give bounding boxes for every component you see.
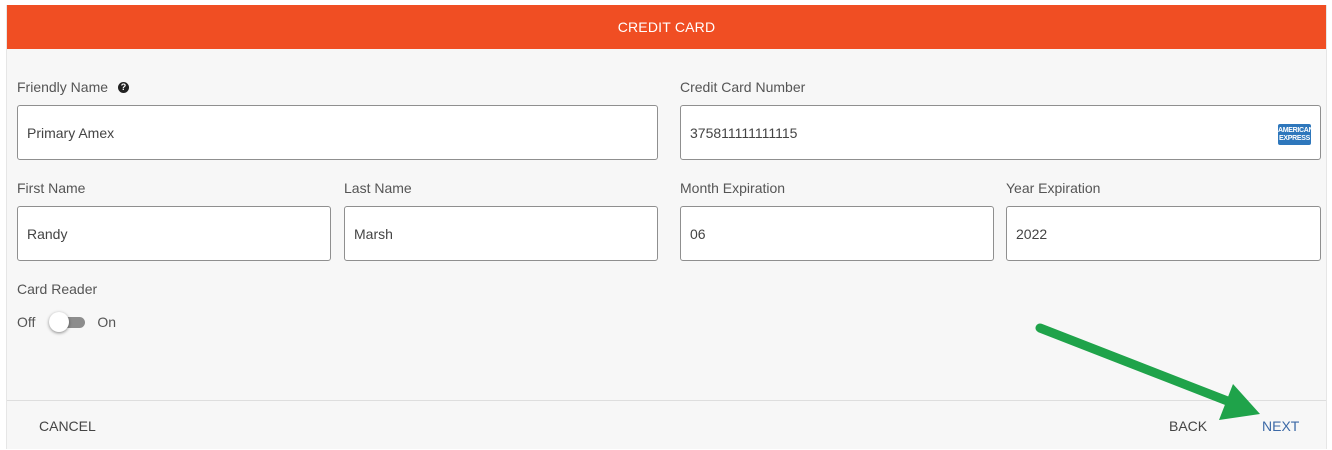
toggle-on-label: On	[97, 314, 117, 330]
card-number-label: Credit Card Number	[680, 79, 806, 95]
card-number-input[interactable]: 375811111111115 AMERICAN EXPRESS	[680, 105, 1321, 160]
year-expiration-input[interactable]: 2022	[1006, 206, 1321, 261]
cancel-button[interactable]: CANCEL	[39, 418, 96, 434]
card-reader-label: Card Reader	[17, 281, 98, 297]
dialog-title: CREDIT CARD	[617, 19, 716, 35]
next-button[interactable]: NEXT	[1262, 418, 1299, 434]
first-name-input[interactable]: Randy	[17, 206, 331, 261]
toggle-off-label: Off	[17, 314, 36, 330]
dialog-footer: CANCEL BACK NEXT	[7, 400, 1326, 450]
help-icon[interactable]: ?	[118, 81, 130, 93]
last-name-label: Last Name	[344, 180, 412, 196]
month-expiration-label: Month Expiration	[680, 180, 786, 196]
toggle-knob[interactable]	[49, 312, 70, 332]
first-name-label: First Name	[17, 180, 86, 196]
friendly-name-input[interactable]: Primary Amex	[17, 105, 658, 160]
card-reader-toggle-row: Off On	[17, 312, 116, 332]
friendly-name-label: Friendly Name ?	[17, 79, 130, 95]
year-expiration-label: Year Expiration	[1006, 180, 1101, 196]
back-button[interactable]: BACK	[1169, 418, 1207, 434]
amex-icon: AMERICAN EXPRESS	[1278, 124, 1314, 145]
last-name-input[interactable]: Marsh	[344, 206, 658, 261]
card-reader-toggle[interactable]	[45, 312, 87, 332]
credit-card-dialog: CREDIT CARD Friendly Name ? Primary Amex…	[6, 5, 1327, 449]
dialog-header: CREDIT CARD	[7, 5, 1326, 49]
month-expiration-input[interactable]: 06	[680, 206, 994, 261]
